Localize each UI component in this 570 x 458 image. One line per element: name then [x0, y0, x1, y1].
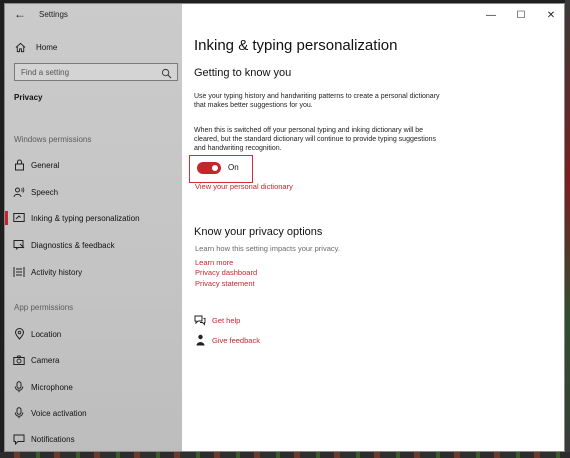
window-controls: — ☐ ✕: [476, 4, 564, 26]
get-help-icon: [194, 314, 206, 326]
sidebar-item-microphone[interactable]: Microphone: [5, 377, 182, 397]
sidebar-item-location[interactable]: Location: [5, 324, 182, 344]
toggle-state-label: On: [228, 163, 239, 172]
sidebar-item-speech[interactable]: Speech: [5, 182, 182, 202]
sidebar-item-label: Inking & typing personalization: [31, 213, 140, 223]
give-feedback-link[interactable]: Give feedback: [212, 336, 260, 345]
settings-window: ← Settings Home Find a setting Privacy W…: [4, 3, 565, 452]
search-icon[interactable]: [161, 66, 173, 79]
privacy-impact-text: Learn how this setting impacts your priv…: [195, 244, 340, 253]
camera-icon: [13, 354, 25, 366]
privacy-options-heading: Know your privacy options: [194, 226, 323, 238]
switch-note-text: When this is switched off your personal …: [194, 127, 437, 152]
get-help-link[interactable]: Get help: [212, 316, 240, 325]
nav-home[interactable]: Home: [13, 39, 57, 55]
activity-history-icon: [13, 266, 25, 278]
app-title: Settings: [39, 10, 68, 19]
privacy-statement-link[interactable]: Privacy statement: [195, 279, 255, 288]
sidebar-item-label: Camera: [31, 355, 60, 365]
give-feedback-icon: [194, 334, 206, 346]
desktop-background-right: [565, 0, 570, 458]
personalization-toggle[interactable]: [197, 162, 221, 174]
lock-icon: [13, 159, 25, 171]
sidebar-item-label: Location: [31, 329, 62, 339]
sidebar-item-label: General: [31, 160, 60, 170]
toggle-knob: [212, 165, 218, 171]
home-label: Home: [36, 42, 58, 52]
learn-more-link[interactable]: Learn more: [195, 258, 233, 267]
view-dictionary-link[interactable]: View your personal dictionary: [195, 182, 293, 191]
sidebar-item-label: Microphone: [31, 382, 73, 392]
back-arrow-icon[interactable]: ←: [14, 7, 26, 21]
windows-permissions-heading: Windows permissions: [14, 135, 92, 144]
sidebar-item-camera[interactable]: Camera: [5, 350, 182, 370]
voice-activation-icon: [13, 407, 25, 419]
sidebar-item-label: Notifications: [31, 434, 75, 444]
close-button[interactable]: ✕: [536, 4, 564, 26]
inking-icon: [13, 212, 25, 224]
sidebar: ← Settings Home Find a setting Privacy W…: [5, 4, 182, 451]
titlebar-left: ← Settings: [5, 4, 182, 26]
getting-to-know-heading: Getting to know you: [194, 67, 292, 79]
sidebar-item-general[interactable]: General: [5, 155, 182, 175]
diagnostics-icon: [13, 239, 25, 251]
privacy-dashboard-link[interactable]: Privacy dashboard: [195, 268, 257, 277]
sidebar-item-label: Activity history: [31, 267, 83, 277]
location-icon: [13, 328, 25, 340]
description-text: Use your typing history and handwriting …: [194, 93, 440, 109]
main-content: — ☐ ✕ Inking & typing personalization Ge…: [182, 4, 564, 451]
sidebar-item-inking-typing[interactable]: Inking & typing personalization: [5, 208, 182, 228]
desktop-background-bottom: [0, 452, 570, 458]
get-help-row[interactable]: Get help: [194, 313, 240, 327]
minimize-button[interactable]: —: [476, 4, 506, 26]
speech-icon: [13, 186, 25, 198]
notifications-icon: [13, 433, 25, 445]
sidebar-item-label: Voice activation: [31, 408, 87, 418]
sidebar-item-voice-activation[interactable]: Voice activation: [5, 403, 182, 423]
give-feedback-row[interactable]: Give feedback: [194, 333, 260, 347]
sidebar-item-notifications[interactable]: Notifications: [5, 429, 182, 449]
sidebar-item-label: Diagnostics & feedback: [31, 240, 115, 250]
search-placeholder: Find a setting: [21, 68, 70, 77]
home-icon: [13, 40, 27, 54]
privacy-heading: Privacy: [14, 93, 43, 102]
sidebar-item-label: Speech: [31, 187, 59, 197]
sidebar-item-diagnostics[interactable]: Diagnostics & feedback: [5, 235, 182, 255]
search-input[interactable]: Find a setting: [14, 63, 178, 81]
microphone-icon: [13, 381, 25, 393]
app-permissions-heading: App permissions: [14, 303, 74, 312]
maximize-button[interactable]: ☐: [506, 4, 536, 26]
sidebar-item-activity-history[interactable]: Activity history: [5, 262, 182, 282]
page-title: Inking & typing personalization: [194, 37, 398, 54]
